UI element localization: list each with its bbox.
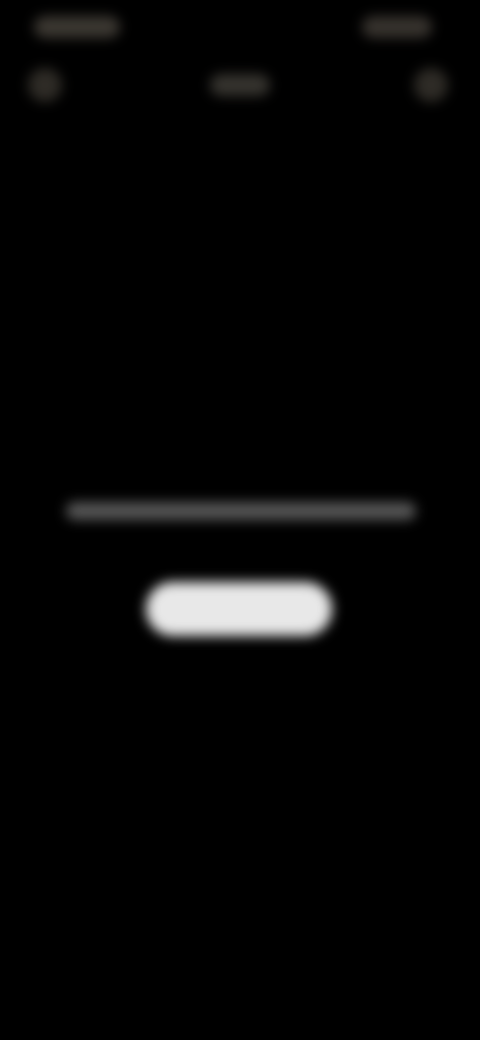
page-title (210, 74, 270, 96)
message-text (66, 502, 416, 520)
status-time (34, 16, 120, 38)
retry-button[interactable] (146, 582, 332, 636)
more-icon[interactable] (414, 68, 448, 102)
top-bar (0, 60, 480, 116)
status-bar (0, 0, 480, 60)
message (60, 490, 420, 530)
status-indicators-icon (362, 16, 432, 38)
close-icon[interactable] (28, 68, 62, 102)
